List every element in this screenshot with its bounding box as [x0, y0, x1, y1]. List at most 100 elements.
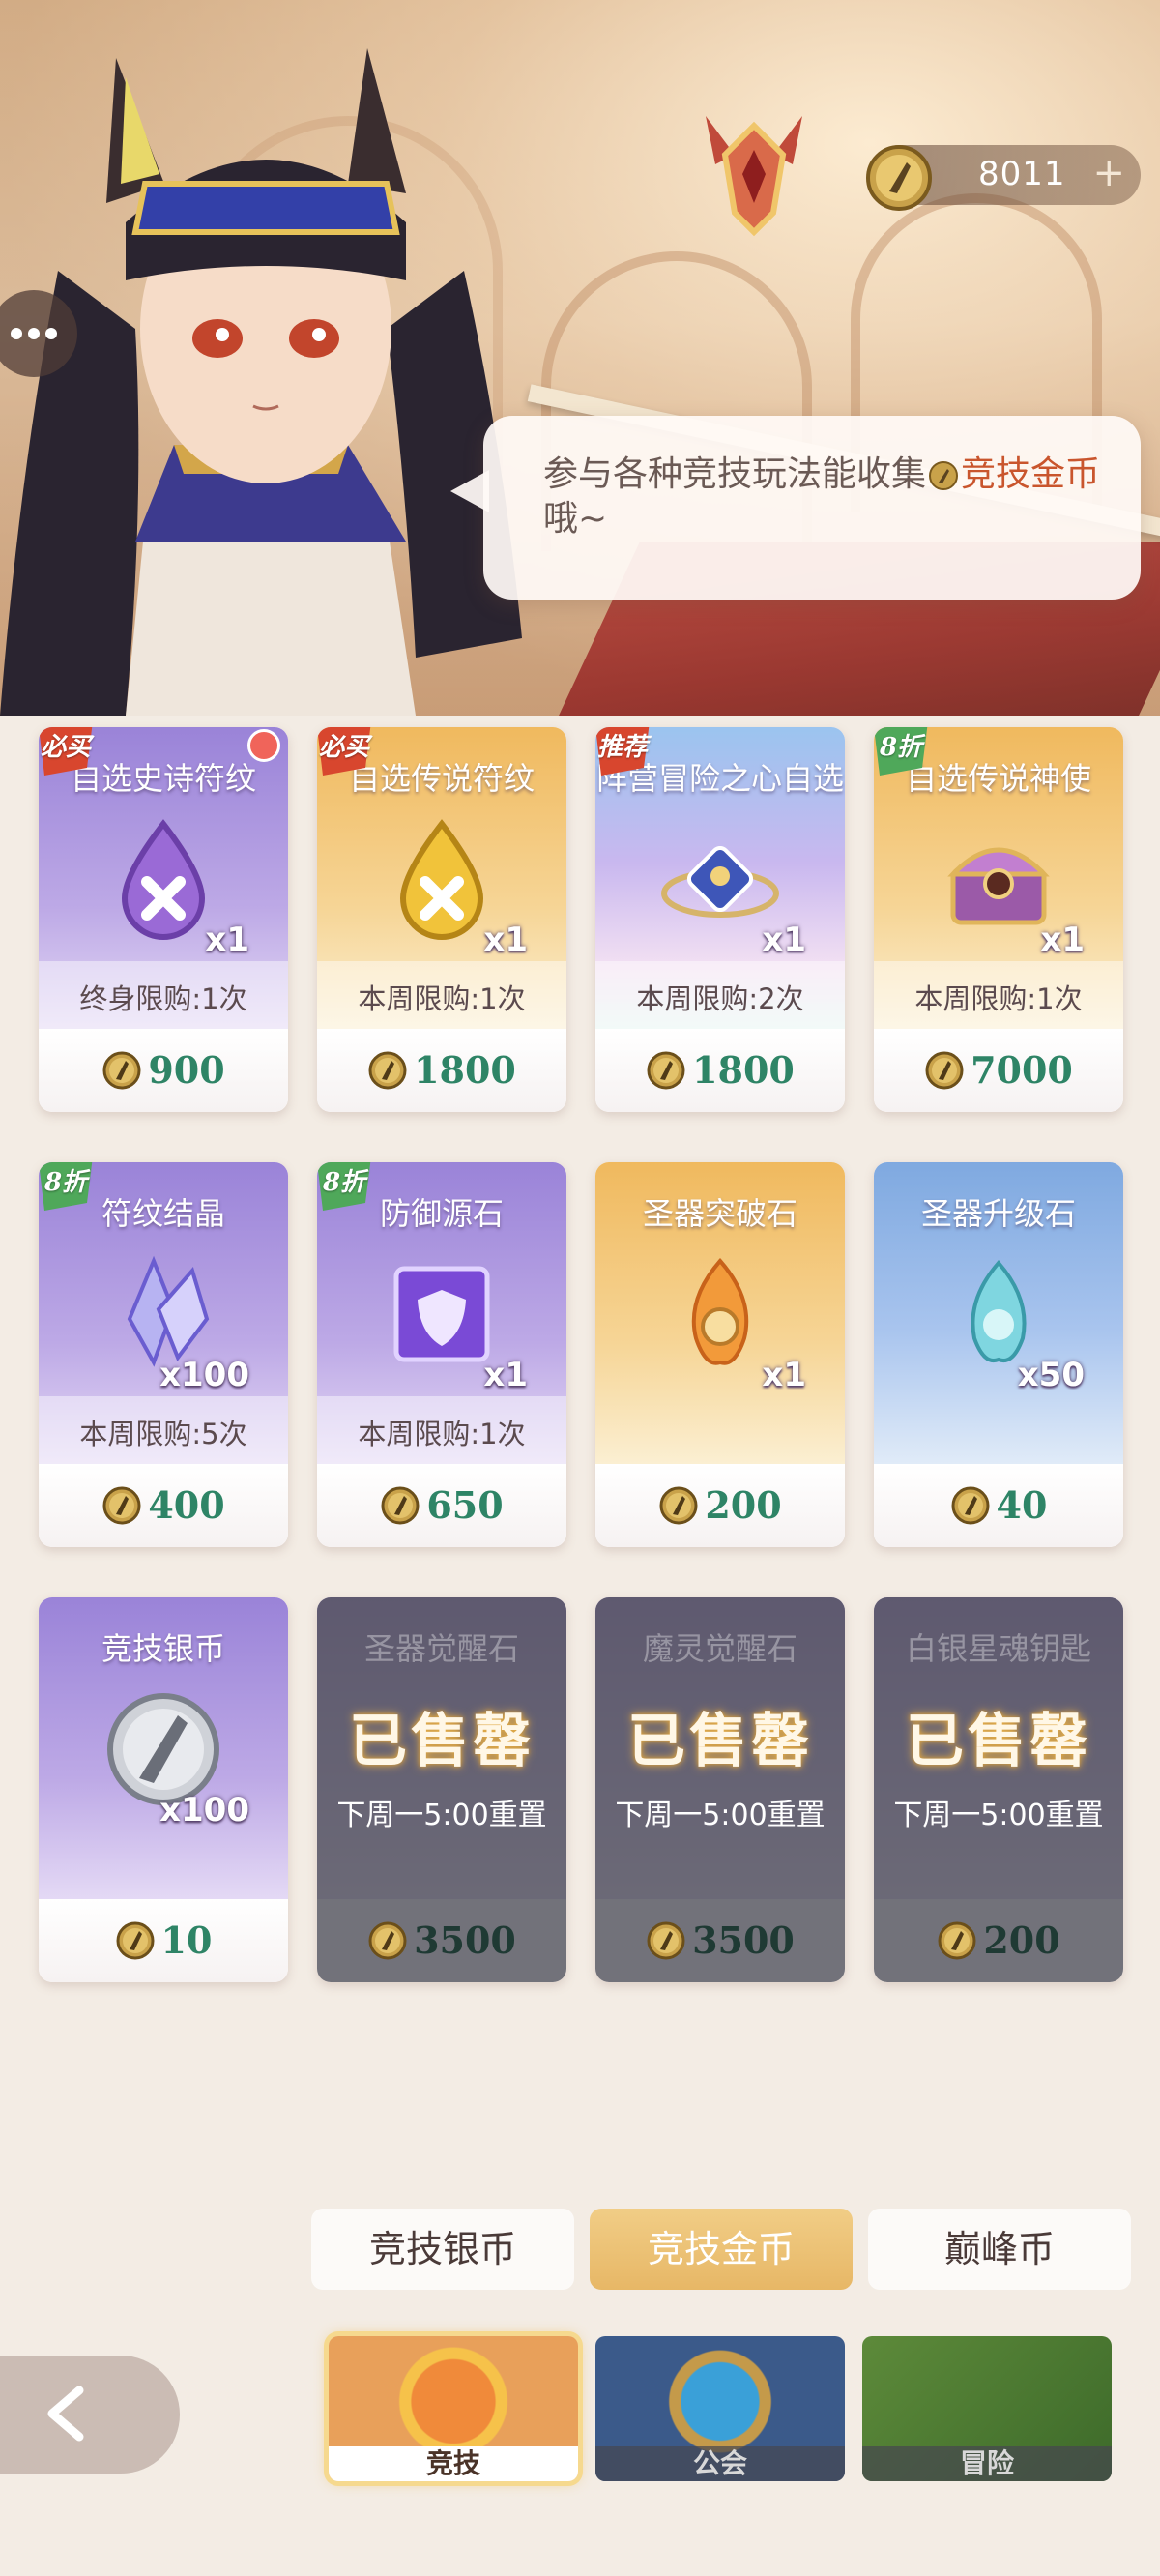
discount-tag: 必买 — [317, 727, 375, 777]
arena-gold-coin-icon — [647, 1921, 685, 1960]
category-tab[interactable]: 冒险 — [862, 2336, 1112, 2481]
tag-label: 推荐 — [596, 733, 648, 762]
purchase-limit: 本周限购:1次 — [358, 982, 526, 1015]
price-area: 1800 — [317, 1029, 566, 1112]
price-value: 900 — [148, 1048, 225, 1092]
item-quantity: x50 — [1017, 1356, 1085, 1394]
notification-dot — [247, 729, 280, 762]
currency-tab[interactable]: 巅峰币 — [868, 2209, 1131, 2290]
shop-item-card[interactable]: 防御源石 x1 本周限购:1次 650 8折 — [317, 1162, 566, 1547]
price-value: 650 — [426, 1483, 504, 1527]
item-price: 3500 — [595, 1918, 845, 1962]
shop-item-card[interactable]: 阵营冒险之心自选 x1 本周限购:2次 1800 推荐 — [595, 727, 845, 1112]
purchase-limit: 本周限购:5次 — [79, 1418, 247, 1450]
item-price: 900 — [39, 1048, 288, 1092]
arena-gold-coin-icon — [866, 145, 932, 211]
item-quantity: x100 — [160, 1791, 249, 1830]
category-label: 冒险 — [862, 2446, 1112, 2481]
arena-gold-coin-icon — [647, 1051, 685, 1090]
arena-emblem-icon — [706, 116, 802, 237]
arena-gold-coin-icon — [659, 1486, 698, 1525]
price-area: 900 — [39, 1029, 288, 1112]
shop-item-card[interactable]: 圣器升级石 x50 40 — [874, 1162, 1123, 1547]
discount-tag: 8折 — [874, 727, 932, 777]
chat-dot — [28, 328, 40, 339]
price-value: 3500 — [414, 1918, 516, 1962]
reset-time-label: 下周一5:00重置 — [336, 1799, 547, 1832]
chat-dot — [11, 328, 22, 339]
price-area: 200 — [595, 1464, 845, 1547]
item-price: 200 — [595, 1483, 845, 1527]
price-value: 3500 — [692, 1918, 795, 1962]
arena-gold-coin-icon — [381, 1486, 420, 1525]
shop-item-card[interactable]: 自选传说神使 x1 本周限购:1次 7000 8折 — [874, 727, 1123, 1112]
purchase-limit: 本周限购:2次 — [636, 982, 804, 1015]
item-name: 白银星魂钥匙 — [905, 1630, 1091, 1667]
character-portrait — [0, 48, 522, 716]
item-price: 1800 — [595, 1048, 845, 1092]
chat-dot — [45, 328, 57, 339]
price-area: 400 — [39, 1464, 288, 1547]
item-price: 10 — [39, 1918, 288, 1962]
arena-gold-coin-icon — [951, 1486, 990, 1525]
discount-tag: 推荐 — [595, 727, 653, 777]
category-tab[interactable]: 竞技 — [329, 2336, 578, 2481]
arena-gold-coin-icon — [102, 1486, 141, 1525]
arena-gold-coin-icon — [938, 1921, 976, 1960]
sold-out-label: 已售罄 — [349, 1708, 535, 1775]
currency-tab[interactable]: 竞技金币 — [590, 2209, 853, 2290]
purchase-limit: 本周限购:1次 — [358, 1418, 526, 1450]
shop-item-card: 白银星魂钥匙 已售罄 下周一5:00重置 200 — [874, 1597, 1123, 1982]
shop-item-card[interactable]: 竞技银币 x100 10 — [39, 1597, 288, 1982]
price-value: 10 — [160, 1918, 213, 1962]
shop-item-card[interactable]: 符纹结晶 x100 本周限购:5次 400 8折 — [39, 1162, 288, 1547]
dialog-text-part: 哦~ — [543, 499, 608, 539]
price-value: 400 — [148, 1483, 225, 1527]
category-tab[interactable]: 公会 — [595, 2336, 845, 2481]
category-label: 公会 — [595, 2446, 845, 2481]
currency-tab[interactable]: 竞技银币 — [311, 2209, 574, 2290]
price-area: 650 — [317, 1464, 566, 1547]
shop-item-card: 圣器觉醒石已售罄下周一5:00重置 3500 — [317, 1597, 566, 1982]
price-value: 7000 — [971, 1048, 1073, 1092]
dialog-text: 参与各种竞技玩法能收集 竞技金币哦~ — [543, 453, 1104, 542]
item-quantity: x100 — [160, 1356, 249, 1394]
arena-gold-coin-icon — [925, 1051, 964, 1090]
item-quantity: x1 — [205, 921, 249, 959]
item-name: 圣器觉醒石 — [363, 1630, 519, 1667]
category-label: 竞技 — [329, 2446, 578, 2481]
tag-label: 8折 — [44, 1168, 88, 1197]
reset-time-label: 下周一5:00重置 — [893, 1799, 1104, 1832]
arena-gold-coin-icon — [368, 1921, 407, 1960]
discount-tag: 8折 — [39, 1162, 97, 1213]
shop-item-card: 魔灵觉醒石 已售罄 下周一5:00重置 3500 — [595, 1597, 845, 1982]
price-value: 200 — [983, 1918, 1060, 1962]
chevron-left-icon — [47, 2386, 84, 2442]
price-area: 10 — [39, 1899, 288, 1982]
purchase-limit: 本周限购:1次 — [914, 982, 1083, 1015]
item-quantity: x1 — [483, 921, 528, 959]
tag-label: 8折 — [322, 1168, 366, 1197]
currency-amount: 8011 — [978, 155, 1066, 193]
item-price: 400 — [39, 1483, 288, 1527]
price-area: 7000 — [874, 1029, 1123, 1112]
item-price: 40 — [874, 1483, 1123, 1527]
add-currency-button[interactable]: + — [1092, 151, 1125, 195]
sold-out-label: 已售罄 — [627, 1708, 813, 1775]
shop-item-card[interactable]: 自选史诗符纹 x1 终身限购:1次 900 必买 — [39, 727, 288, 1112]
mini-coin-icon — [929, 461, 959, 490]
item-name: 竞技银币 — [101, 1630, 225, 1667]
discount-tag: 8折 — [317, 1162, 375, 1213]
dialog-highlight: 竞技金币 — [961, 454, 1101, 494]
tag-label: 必买 — [40, 733, 91, 762]
arena-gold-coin-icon — [116, 1921, 155, 1960]
back-button[interactable] — [0, 2356, 180, 2474]
price-area: 1800 — [595, 1029, 845, 1112]
shop-item-card[interactable]: 自选传说符纹 x1 本周限购:1次 1800 必买 — [317, 727, 566, 1112]
item-name: 魔灵觉醒石 — [642, 1630, 798, 1667]
item-price: 650 — [317, 1483, 566, 1527]
shop-item-card[interactable]: 圣器突破石 x1 200 — [595, 1162, 845, 1547]
item-price: 200 — [874, 1918, 1123, 1962]
item-quantity: x1 — [1040, 921, 1085, 959]
item-price: 7000 — [874, 1048, 1123, 1092]
